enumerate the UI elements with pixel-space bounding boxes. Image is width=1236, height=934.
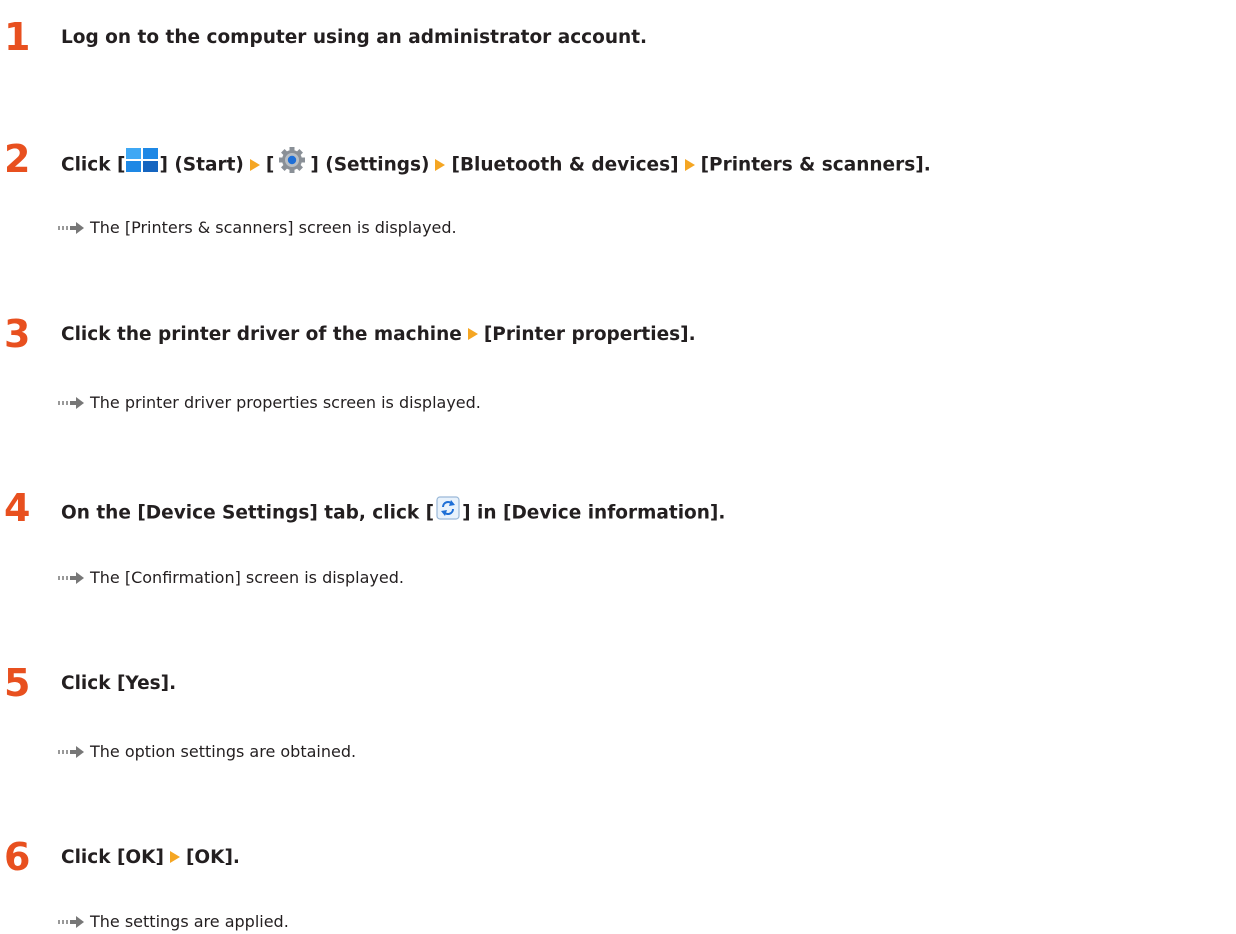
- instruction-text: Click [: [61, 154, 126, 176]
- result-arrow-icon: [58, 396, 84, 409]
- windows-start-icon: [125, 147, 159, 180]
- arrow-right-icon: [169, 851, 180, 863]
- instruction-text: ] (Settings): [310, 154, 430, 176]
- instruction-text: [Bluetooth & devices]: [451, 154, 679, 176]
- result-6: The settings are applied.: [58, 912, 289, 932]
- result-arrow-icon: [58, 745, 84, 758]
- instruction-text: On the [Device Settings] tab, click [: [61, 502, 435, 524]
- result-text: The [Printers & scanners] screen is disp…: [90, 218, 457, 237]
- instruction-text: Click the printer driver of the machine: [61, 324, 462, 345]
- step-number: 6: [4, 835, 31, 879]
- step-instruction: Click [ ] (Start) [ ] (Settings) [Bluetooth …: [61, 146, 931, 183]
- step-instruction: On the [Device Settings] tab, click [ ] i…: [61, 495, 726, 530]
- step-number: 3: [4, 312, 31, 356]
- result-text: The [Confirmation] screen is displayed.: [90, 568, 404, 587]
- instruction-text: [Printers & scanners].: [700, 154, 931, 176]
- arrow-right-icon: [435, 158, 446, 171]
- step-number: 5: [4, 661, 31, 705]
- instruction-text: [Printer properties].: [483, 324, 696, 345]
- step-instruction: Click [OK] [OK].: [61, 846, 240, 870]
- result-arrow-icon: [58, 571, 84, 584]
- arrow-right-icon: [249, 158, 260, 171]
- step-number: 2: [4, 137, 31, 181]
- result-2: The [Printers & scanners] screen is disp…: [58, 218, 457, 238]
- instruction-text: ] in [Device information].: [462, 502, 726, 524]
- instruction-text: Click [OK]: [61, 847, 164, 868]
- step-number: 1: [4, 15, 31, 59]
- instruction-text: [OK].: [185, 847, 240, 868]
- result-text: The printer driver properties screen is …: [90, 393, 481, 412]
- arrow-right-icon: [467, 328, 478, 340]
- result-text: The option settings are obtained.: [90, 742, 357, 761]
- result-3: The printer driver properties screen is …: [58, 393, 481, 413]
- result-text: The settings are applied.: [90, 912, 289, 931]
- result-arrow-icon: [58, 221, 84, 234]
- instruction-text: [: [265, 154, 275, 176]
- step-number: 4: [4, 486, 31, 530]
- step-instruction: Click [Yes].: [61, 673, 177, 694]
- settings-gear-icon: [274, 146, 310, 181]
- arrow-right-icon: [684, 158, 695, 171]
- step-instruction: Log on to the computer using an administ…: [61, 27, 648, 48]
- result-5: The option settings are obtained.: [58, 742, 356, 762]
- result-4: The [Confirmation] screen is displayed.: [58, 568, 404, 588]
- step-instruction: Click the printer driver of the machine […: [61, 323, 696, 347]
- result-arrow-icon: [58, 915, 84, 928]
- instruction-text: ] (Start): [159, 154, 244, 176]
- refresh-icon: [434, 495, 462, 528]
